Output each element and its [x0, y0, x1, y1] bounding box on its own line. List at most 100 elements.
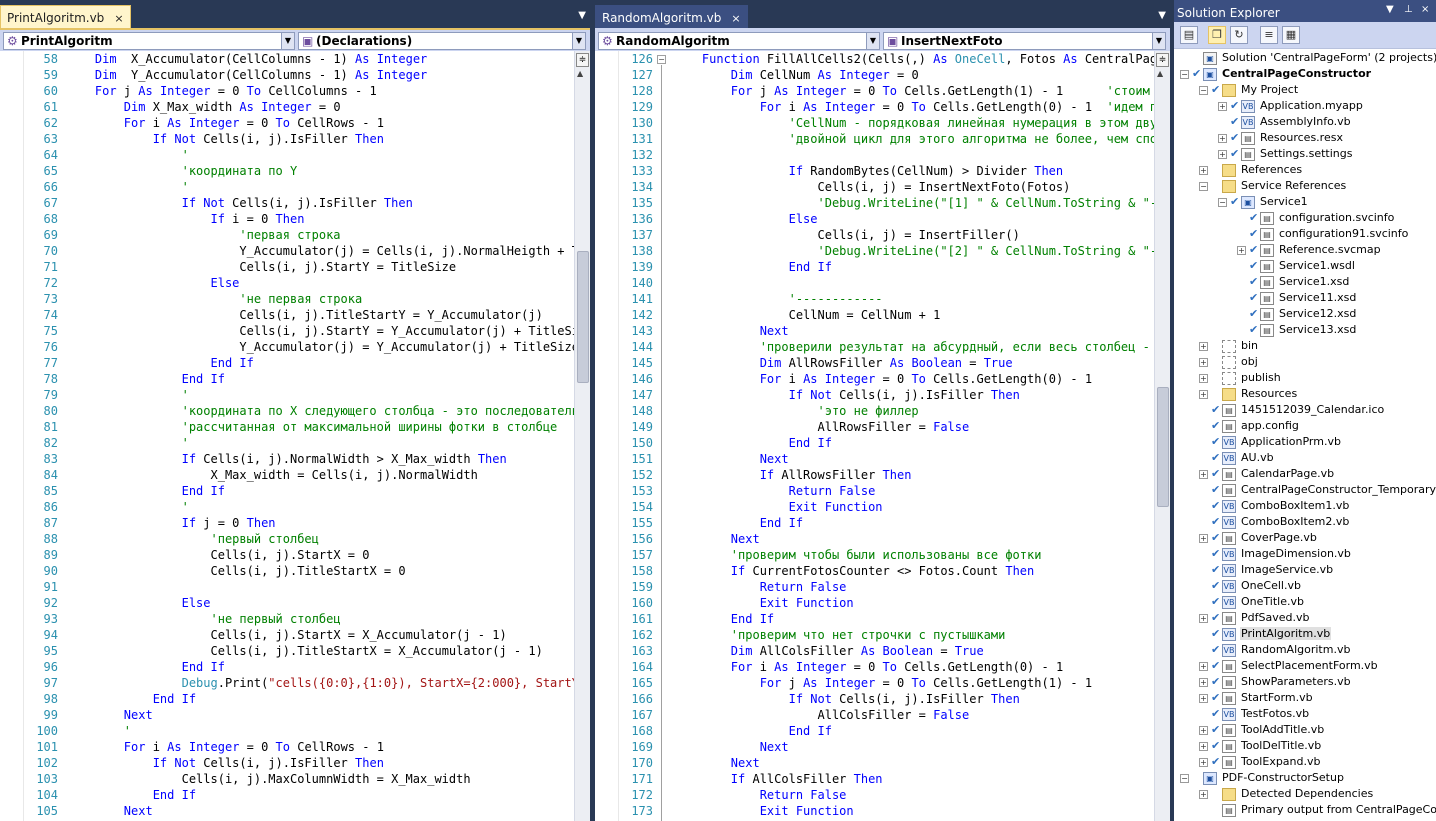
tree-item[interactable]: ✔ VB ApplicationPrm.vb — [1199, 434, 1342, 450]
tree-item[interactable]: ▣ Solution 'CentralPageForm' (2 projects) — [1180, 50, 1436, 66]
code-line[interactable]: 'не первый столбец — [66, 611, 574, 627]
code-line[interactable]: End If — [66, 483, 574, 499]
code-line[interactable]: 'координата по Y — [66, 163, 574, 179]
code-line[interactable]: End If — [673, 259, 1154, 275]
chevron-down-icon[interactable]: ▼ — [866, 33, 879, 49]
code-line[interactable]: Exit Function — [673, 595, 1154, 611]
tree-item[interactable]: + ✔ ▤ ShowParameters.vb — [1199, 674, 1352, 690]
code-line[interactable]: End If — [673, 515, 1154, 531]
tree-item[interactable]: − Service References — [1199, 178, 1347, 194]
vertical-scrollbar[interactable]: ≑ ▲ — [574, 51, 590, 821]
properties-button[interactable]: ▤ — [1180, 26, 1198, 44]
tree-item[interactable]: ✔ VB ImageService.vb — [1199, 562, 1334, 578]
code-editor-left[interactable]: 58 59 60 61 62 63 64 65 66 67 68 69 70 71 72 73 74 75 76 77… — [0, 51, 574, 821]
tree-item[interactable]: + ✔ ▤ ToolAddTitle.vb — [1199, 722, 1325, 738]
code-line[interactable]: End If — [673, 435, 1154, 451]
tab-random-algoritm[interactable]: RandomAlgoritm.vb × — [595, 5, 748, 28]
code-line[interactable]: Return False — [673, 483, 1154, 499]
code-line[interactable]: If Not Cells(i, j).IsFiller Then — [66, 755, 574, 771]
code-line[interactable]: Else — [66, 275, 574, 291]
code-line[interactable]: If Cells(i, j).NormalWidth > X_Max_width… — [66, 451, 574, 467]
code-line[interactable]: End If — [66, 659, 574, 675]
expand-toggle-icon[interactable]: + — [1237, 245, 1246, 255]
member-dropdown[interactable]: ▣ InsertNextFoto ▼ — [883, 32, 1166, 50]
code-line[interactable]: End If — [673, 723, 1154, 739]
code-line[interactable]: 'проверили результат на абсурдный, если … — [673, 339, 1154, 355]
scrollbar-thumb[interactable] — [577, 251, 589, 383]
member-dropdown[interactable]: ▣ (Declarations) ▼ — [298, 32, 586, 50]
tree-item[interactable]: + Resources — [1199, 386, 1298, 402]
code-line[interactable]: Dim X_Accumulator(CellColumns - 1) As In… — [66, 51, 574, 67]
tab-print-algoritm[interactable]: PrintAlgoritm.vb × — [0, 5, 131, 28]
code-line[interactable]: Dim AllRowsFiller As Boolean = True — [673, 355, 1154, 371]
tree-item[interactable]: ✔ VB ComboBoxItem2.vb — [1199, 514, 1350, 530]
code-line[interactable]: Cells(i, j) = InsertFiller() — [673, 227, 1154, 243]
tree-item[interactable]: ✔ ▤ app.config — [1199, 418, 1300, 434]
code-line[interactable]: For i As Integer = 0 To Cells.GetLength(… — [673, 659, 1154, 675]
code-line[interactable]: 'координата по X следующего столбца - эт… — [66, 403, 574, 419]
code-line[interactable]: If AllRowsFiller Then — [673, 467, 1154, 483]
code-line[interactable]: Dim X_Max_width As Integer = 0 — [66, 99, 574, 115]
code-line[interactable]: End If — [66, 787, 574, 803]
code-line[interactable] — [673, 147, 1154, 163]
code-line[interactable]: Dim CellNum As Integer = 0 — [673, 67, 1154, 83]
code-line[interactable] — [673, 275, 1154, 291]
code-line[interactable]: 'первая строка — [66, 227, 574, 243]
pin-icon[interactable]: ⊥ — [1404, 4, 1413, 15]
tree-item[interactable]: ✔ VB TestFotos.vb — [1199, 706, 1310, 722]
code-line[interactable]: For j As Integer = 0 To CellColumns - 1 — [66, 83, 574, 99]
code-line[interactable]: 'Debug.WriteLine("[2] " & CellNum.ToStri… — [673, 243, 1155, 259]
expand-toggle-icon[interactable]: + — [1218, 133, 1227, 143]
code-line[interactable]: If CurrentFotosCounter <> Fotos.Count Th… — [673, 563, 1154, 579]
code-line[interactable]: Y_Accumulator(j) = Y_Accumulator(j) + Ti… — [66, 339, 574, 355]
tree-item[interactable]: ✔ VB OneTitle.vb — [1199, 594, 1305, 610]
code-line[interactable]: Cells(i, j).StartY = TitleSize — [66, 259, 574, 275]
code-line[interactable]: For i As Integer = 0 To Cells.GetLength(… — [673, 371, 1154, 387]
tree-item[interactable]: ✔ ▤ 1451512039_Calendar.ico — [1199, 402, 1385, 418]
tree-item[interactable]: + References — [1199, 162, 1303, 178]
tree-item[interactable]: ✔ VB AssemblyInfo.vb — [1218, 114, 1352, 130]
tree-item[interactable]: ✔ VB PrintAlgoritm.vb — [1199, 626, 1332, 642]
close-icon[interactable]: × — [114, 12, 123, 25]
tree-item[interactable]: ▤ Primary output from CentralPageConst — [1199, 802, 1436, 818]
code-line[interactable]: Y_Accumulator(j) = Cells(i, j).NormalHei… — [66, 243, 574, 259]
code-line[interactable]: ' — [66, 179, 574, 195]
tree-item[interactable]: − ✔ My Project — [1199, 82, 1299, 98]
tree-item[interactable]: + Detected Dependencies — [1199, 786, 1374, 802]
tree-item[interactable]: ✔ ▤ Service1.xsd — [1237, 274, 1350, 290]
code-editor-middle[interactable]: 126 127 128 129 130 131 132 133 134 135 136 137 138 1… — [595, 51, 1154, 821]
expand-toggle-icon[interactable]: + — [1199, 677, 1208, 687]
code-line[interactable]: For i As Integer = 0 To CellRows - 1 — [66, 739, 574, 755]
show-all-files-button[interactable]: ❐ — [1208, 26, 1226, 44]
chevron-down-icon[interactable]: ▼ — [1158, 10, 1166, 21]
code-line[interactable]: Return False — [673, 787, 1154, 803]
expand-toggle-icon[interactable]: − — [1180, 773, 1189, 783]
code-line[interactable]: ' — [66, 387, 574, 403]
code-line[interactable]: For i As Integer = 0 To Cells.GetLength(… — [673, 99, 1154, 115]
expand-toggle-icon[interactable]: + — [1199, 741, 1208, 751]
class-dropdown[interactable]: ⚙ RandomAlgoritm ▼ — [598, 32, 880, 50]
code-line[interactable]: If Not Cells(i, j).IsFiller Then — [673, 691, 1154, 707]
code-line[interactable]: Next — [66, 707, 574, 723]
code-line[interactable]: If Not Cells(i, j).IsFiller Then — [66, 131, 574, 147]
expand-toggle-icon[interactable]: + — [1199, 789, 1208, 799]
code-line[interactable]: 'рассчитанная от максимальной ширины фот… — [66, 419, 574, 435]
code-line[interactable]: Debug.Print("cells({0:0},{1:0}), StartX=… — [66, 675, 574, 691]
code-line[interactable]: Return False — [673, 579, 1154, 595]
code-line[interactable]: If Not Cells(i, j).IsFiller Then — [673, 387, 1154, 403]
tree-item[interactable]: − ✔ ▣ CentralPageConstructor — [1180, 66, 1372, 82]
close-icon[interactable]: × — [731, 12, 740, 25]
expand-toggle-icon[interactable]: + — [1199, 757, 1208, 767]
tree-item[interactable]: ✔ VB ComboBoxItem1.vb — [1199, 498, 1350, 514]
code-line[interactable]: If AllColsFiller Then — [673, 771, 1154, 787]
code-line[interactable]: AllColsFiller = False — [673, 707, 1154, 723]
code-line[interactable]: Next — [673, 323, 1154, 339]
scroll-up-icon[interactable]: ▲ — [577, 69, 583, 78]
code-line[interactable]: 'проверим чтобы были использованы все фо… — [673, 547, 1154, 563]
code-line[interactable]: Cells(i, j).MaxColumnWidth = X_Max_width — [66, 771, 574, 787]
tree-item[interactable]: + ✔ ▤ ToolExpand.vb — [1199, 754, 1322, 770]
code-line[interactable]: Next — [673, 739, 1154, 755]
tree-item[interactable]: − ✔ ▣ Service1 — [1218, 194, 1309, 210]
code-line[interactable]: 'первый столбец — [66, 531, 574, 547]
view-code-button[interactable]: ≡ — [1260, 26, 1278, 44]
